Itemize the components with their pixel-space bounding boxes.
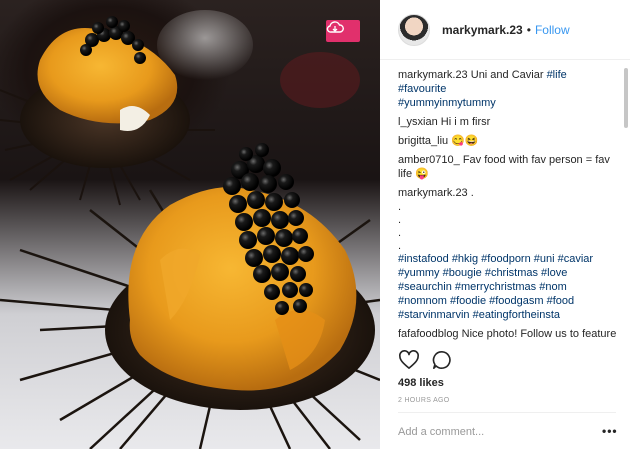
- comment-item: markymark.23 . . . . . #instafood #hkig …: [398, 186, 618, 322]
- comment-username[interactable]: brigitta_liu: [398, 135, 448, 147]
- add-comment-input[interactable]: Add a comment...: [398, 426, 484, 438]
- uni-caviar-photo: [0, 10, 380, 449]
- comment-username[interactable]: l_ysxian: [398, 116, 438, 128]
- comment-item: fafafoodblog Nice photo! Follow us to fe…: [398, 327, 618, 343]
- comment-item: amber0710_ Fav food with fav person = fa…: [398, 153, 618, 181]
- hashtags-block[interactable]: #instafood #hkig #foodporn #uni #caviar …: [398, 252, 618, 322]
- comment-username[interactable]: fafafoodblog: [398, 328, 459, 340]
- hashtag-link[interactable]: #life: [547, 69, 567, 81]
- scrollbar-thumb[interactable]: [624, 68, 628, 128]
- dot-line: .: [398, 240, 402, 252]
- comments-scrollbar[interactable]: [624, 68, 628, 344]
- likes-count[interactable]: 498 likes: [398, 377, 444, 389]
- hashtag-link[interactable]: #yummyinmytummy: [398, 97, 496, 109]
- post-header: markymark.23 • Follow: [380, 0, 630, 60]
- caption: markymark.23 Uni and Caviar #life #favou…: [398, 68, 618, 110]
- separator-dot: •: [526, 22, 531, 37]
- caption-text: Uni and Caviar: [467, 69, 547, 81]
- dot-line: .: [398, 227, 402, 239]
- comment-item: brigitta_liu 😋😆: [398, 134, 618, 148]
- post-photo[interactable]: [0, 0, 380, 449]
- speech-bubble-icon[interactable]: [432, 350, 452, 370]
- divider: [398, 412, 616, 413]
- post-timestamp: 2 HOURS AGO: [398, 397, 450, 404]
- comment-username[interactable]: markymark.23: [398, 187, 468, 199]
- cloud-save-icon: [326, 21, 344, 33]
- post-actions: [398, 350, 452, 372]
- avatar[interactable]: [398, 13, 430, 46]
- dot-line: .: [398, 214, 402, 226]
- comment-item: l_ysxian Hi i m firsr: [398, 115, 618, 129]
- comment-text: 😋😆: [448, 135, 479, 147]
- comment-username[interactable]: amber0710_: [398, 154, 460, 166]
- more-options-button[interactable]: •••: [602, 424, 618, 438]
- hashtag-link[interactable]: #favourite: [398, 83, 446, 95]
- follow-button[interactable]: Follow: [535, 23, 570, 37]
- caption-username[interactable]: markymark.23: [398, 69, 468, 81]
- dot-line: .: [398, 201, 402, 213]
- comment-text: .: [467, 187, 474, 199]
- save-to-cloud-button[interactable]: [326, 20, 360, 42]
- post-side-panel: markymark.23 • Follow markymark.23 Uni a…: [380, 0, 630, 449]
- post-author-username[interactable]: markymark.23: [442, 23, 523, 37]
- comment-text: Hi i m firsr: [437, 116, 491, 128]
- comments-list[interactable]: markymark.23 Uni and Caviar #life #favou…: [398, 68, 618, 343]
- heart-icon[interactable]: [398, 350, 420, 370]
